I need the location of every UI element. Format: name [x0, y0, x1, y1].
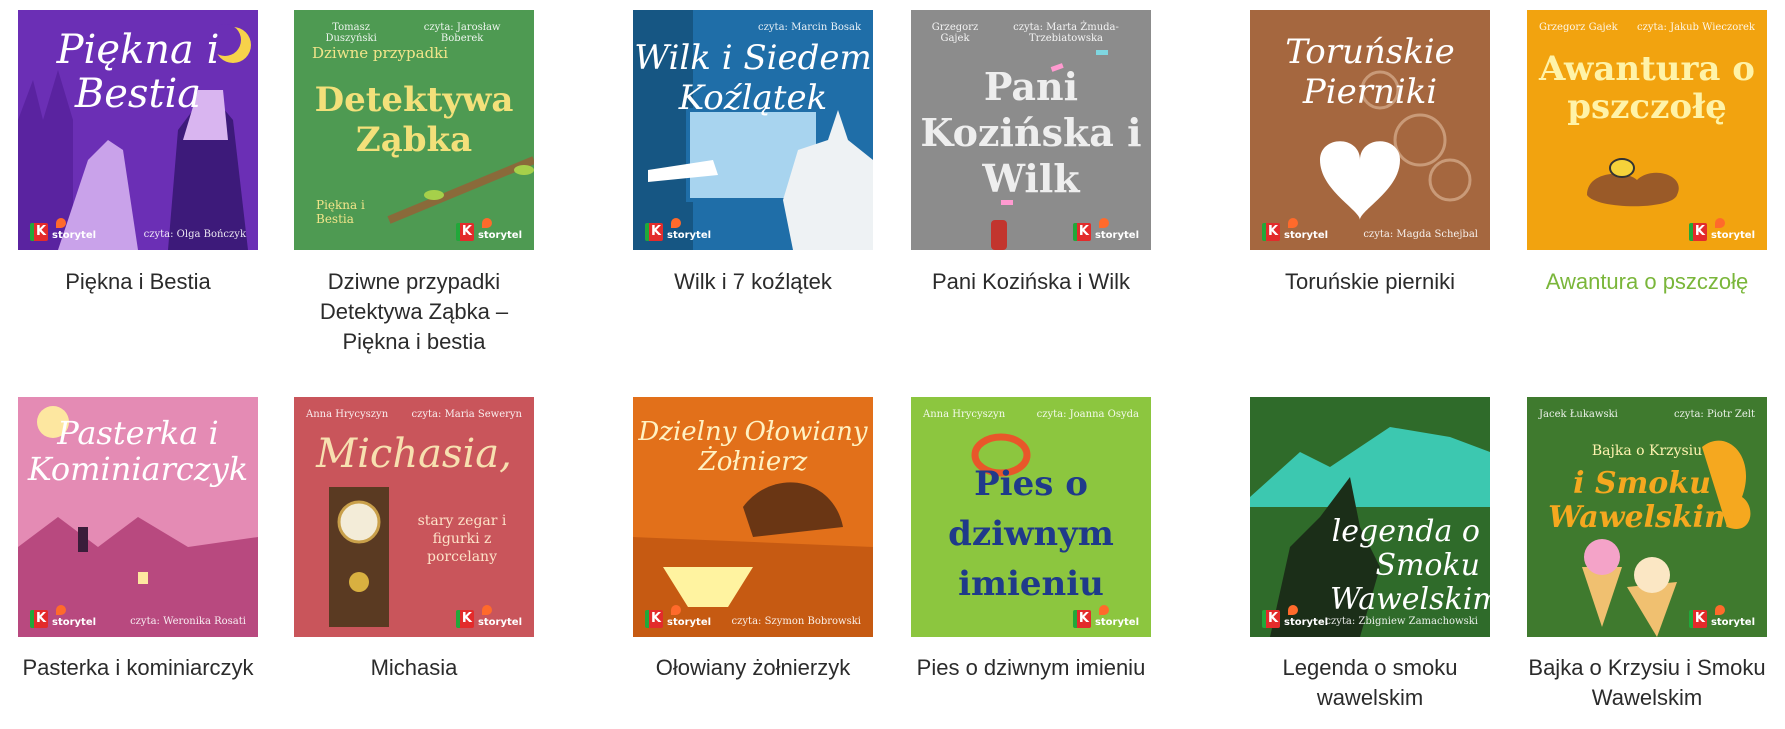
- book-title[interactable]: Michasia: [294, 653, 534, 683]
- narrator-credit: czyta: Weronika Rosati: [130, 616, 246, 627]
- book-title[interactable]: Pani Kozińska i Wilk: [911, 267, 1151, 297]
- cover-title: Dzielny Ołowiany Żołnierz: [638, 417, 868, 477]
- publisher-logo: Kstorytel: [1688, 217, 1755, 241]
- narrator-credit: czyta: Maria Seweryn: [411, 409, 522, 420]
- narrator-credit: czyta: Marcin Bosak: [758, 22, 861, 33]
- narrator-credit: czyta: Szymon Bobrowski: [731, 616, 861, 627]
- cover-subtitle: stary zegar i figurki z porcelany: [417, 513, 507, 565]
- cover-title-small: Dziwne przypadki: [312, 44, 449, 62]
- author-credit: Grzegorz Gajek: [1539, 22, 1618, 33]
- book-title[interactable]: Wilk i 7 koźlątek: [633, 267, 873, 297]
- book-tile[interactable]: Jacek Łukawski czyta: Piotr Zelt Bajka o …: [1527, 397, 1767, 713]
- author-credit: Anna Hrycyszyn: [923, 409, 1006, 420]
- book-cover[interactable]: Pasterka i Kominiarczyk Kstorytel czyta:…: [18, 397, 258, 637]
- book-cover[interactable]: Jacek Łukawski czyta: Piotr Zelt Bajka o …: [1527, 397, 1767, 637]
- publisher-logo: Kstorytel: [1262, 604, 1328, 628]
- book-tile[interactable]: Pasterka i Kominiarczyk Kstorytel czyta:…: [18, 397, 258, 683]
- book-tile[interactable]: Grzegorz Gajek czyta: Jakub Wieczorek Awa…: [1527, 10, 1767, 297]
- author-credit: Jacek Łukawski: [1539, 409, 1618, 420]
- book-tile[interactable]: czyta: Marcin Bosak Wilk i Siedem Koźląt…: [633, 10, 873, 297]
- book-cover[interactable]: legenda o Smoku Wawelskim Kstorytel czyt…: [1250, 397, 1490, 637]
- cover-subtitle: Piękna i Bestia: [316, 198, 365, 226]
- book-cover[interactable]: Tomasz Duszyński czyta: Jarosław Boberek …: [294, 10, 534, 250]
- publisher-logo: Kstorytel: [645, 604, 711, 628]
- narrator-credit: czyta: Zbigniew Zamachowski: [1325, 616, 1478, 627]
- narrator-credit: czyta: Magda Schejbal: [1363, 229, 1478, 240]
- cover-title: legenda o Smoku Wawelskim: [1330, 514, 1490, 617]
- book-tile[interactable]: Anna Hrycyszyn czyta: Joanna Osyda Pies o…: [911, 397, 1151, 683]
- publisher-logo: Kstorytel: [1072, 217, 1139, 241]
- book-title[interactable]: Toruńskie pierniki: [1250, 267, 1490, 297]
- book-title[interactable]: Awantura o pszczołę: [1527, 267, 1767, 297]
- book-title[interactable]: Legenda o smoku wawelskim: [1250, 653, 1490, 713]
- cover-title: Awantura o pszczołę: [1539, 49, 1755, 127]
- cover-illustration: [1587, 158, 1679, 207]
- book-title[interactable]: Ołowiany żołnierzyk: [633, 653, 873, 683]
- publisher-logo: Kstorytel: [1072, 604, 1139, 628]
- cover-title: Pasterka i Kominiarczyk: [27, 414, 249, 488]
- publisher-logo: Kstorytel: [455, 217, 522, 241]
- book-cover[interactable]: Toruńskie Pierniki Kstorytel czyta: Magd…: [1250, 10, 1490, 250]
- narrator-credit: czyta: Piotr Zelt: [1673, 409, 1755, 420]
- publisher-logo: Kstorytel: [30, 217, 96, 241]
- cover-title-small: Bajka o Krzysiu: [1591, 443, 1703, 459]
- book-cover[interactable]: Anna Hrycyszyn czyta: Maria Seweryn Micha…: [294, 397, 534, 637]
- book-cover[interactable]: czyta: Marcin Bosak Wilk i Siedem Koźląt…: [633, 10, 873, 250]
- book-tile[interactable]: Dzielny Ołowiany Żołnierz Kstorytel czyt…: [633, 397, 873, 683]
- publisher-logo: Kstorytel: [455, 604, 522, 628]
- publisher-logo: Kstorytel: [30, 604, 96, 628]
- book-cover[interactable]: Grzegorz Gajek czyta: Jakub Wieczorek Awa…: [1527, 10, 1767, 250]
- author-credit: Anna Hrycyszyn: [306, 409, 389, 420]
- book-tile[interactable]: Toruńskie Pierniki Kstorytel czyta: Magd…: [1250, 10, 1490, 297]
- book-title[interactable]: Dziwne przypadki Detektywa Ząbka – Piękn…: [294, 267, 534, 357]
- book-tile[interactable]: legenda o Smoku Wawelskim Kstorytel czyt…: [1250, 397, 1490, 713]
- narrator-credit: czyta: Jakub Wieczorek: [1637, 22, 1755, 33]
- cover-title: i Smoku Wawelskim: [1548, 466, 1736, 535]
- book-title[interactable]: Pasterka i kominiarczyk: [18, 653, 258, 683]
- narrator-credit: czyta: Marta Żmuda-Trzebiatowska: [1013, 22, 1119, 44]
- book-tile[interactable]: Anna Hrycyszyn czyta: Maria Seweryn Micha…: [294, 397, 534, 683]
- book-cover[interactable]: Anna Hrycyszyn czyta: Joanna Osyda Pies o…: [911, 397, 1151, 637]
- cover-title: Wilk i Siedem Koźlątek: [634, 38, 872, 118]
- author-credit: Grzegorz Gajek: [931, 22, 979, 44]
- book-tile[interactable]: Grzegorz Gajek czyta: Marta Żmuda-Trzebia…: [911, 10, 1151, 297]
- narrator-credit: czyta: Jarosław Boberek: [423, 22, 501, 44]
- cover-title: Pani Kozińska i Wilk: [920, 64, 1142, 201]
- narrator-credit: czyta: Joanna Osyda: [1036, 409, 1139, 420]
- cover-title: Detektywa Ząbka: [314, 80, 514, 160]
- book-title[interactable]: Piękna i Bestia: [18, 267, 258, 297]
- book-cover[interactable]: Piękna i Bestia Kstorytel czyta: Olga Bo…: [18, 10, 258, 250]
- publisher-logo: Kstorytel: [1688, 604, 1755, 628]
- cover-title: Piękna i Bestia: [56, 27, 220, 117]
- publisher-logo: Kstorytel: [1262, 217, 1328, 241]
- cover-title: Toruńskie Pierniki: [1285, 32, 1455, 112]
- book-title[interactable]: Pies o dziwnym imieniu: [911, 653, 1151, 683]
- book-tile[interactable]: Tomasz Duszyński czyta: Jarosław Boberek …: [294, 10, 534, 357]
- narrator-credit: czyta: Olga Bończyk: [143, 229, 246, 240]
- cover-title: Michasia,: [316, 431, 512, 477]
- book-cover[interactable]: Grzegorz Gajek czyta: Marta Żmuda-Trzebia…: [911, 10, 1151, 250]
- book-tile[interactable]: Piękna i Bestia Kstorytel czyta: Olga Bo…: [18, 10, 258, 297]
- cover-title: Pies o dziwnym imieniu: [948, 464, 1114, 604]
- publisher-logo: Kstorytel: [645, 217, 711, 241]
- book-cover[interactable]: Dzielny Ołowiany Żołnierz Kstorytel czyt…: [633, 397, 873, 637]
- author-credit: Tomasz Duszyński: [325, 22, 377, 44]
- book-title[interactable]: Bajka o Krzysiu i Smoku Wawelskim: [1527, 653, 1767, 713]
